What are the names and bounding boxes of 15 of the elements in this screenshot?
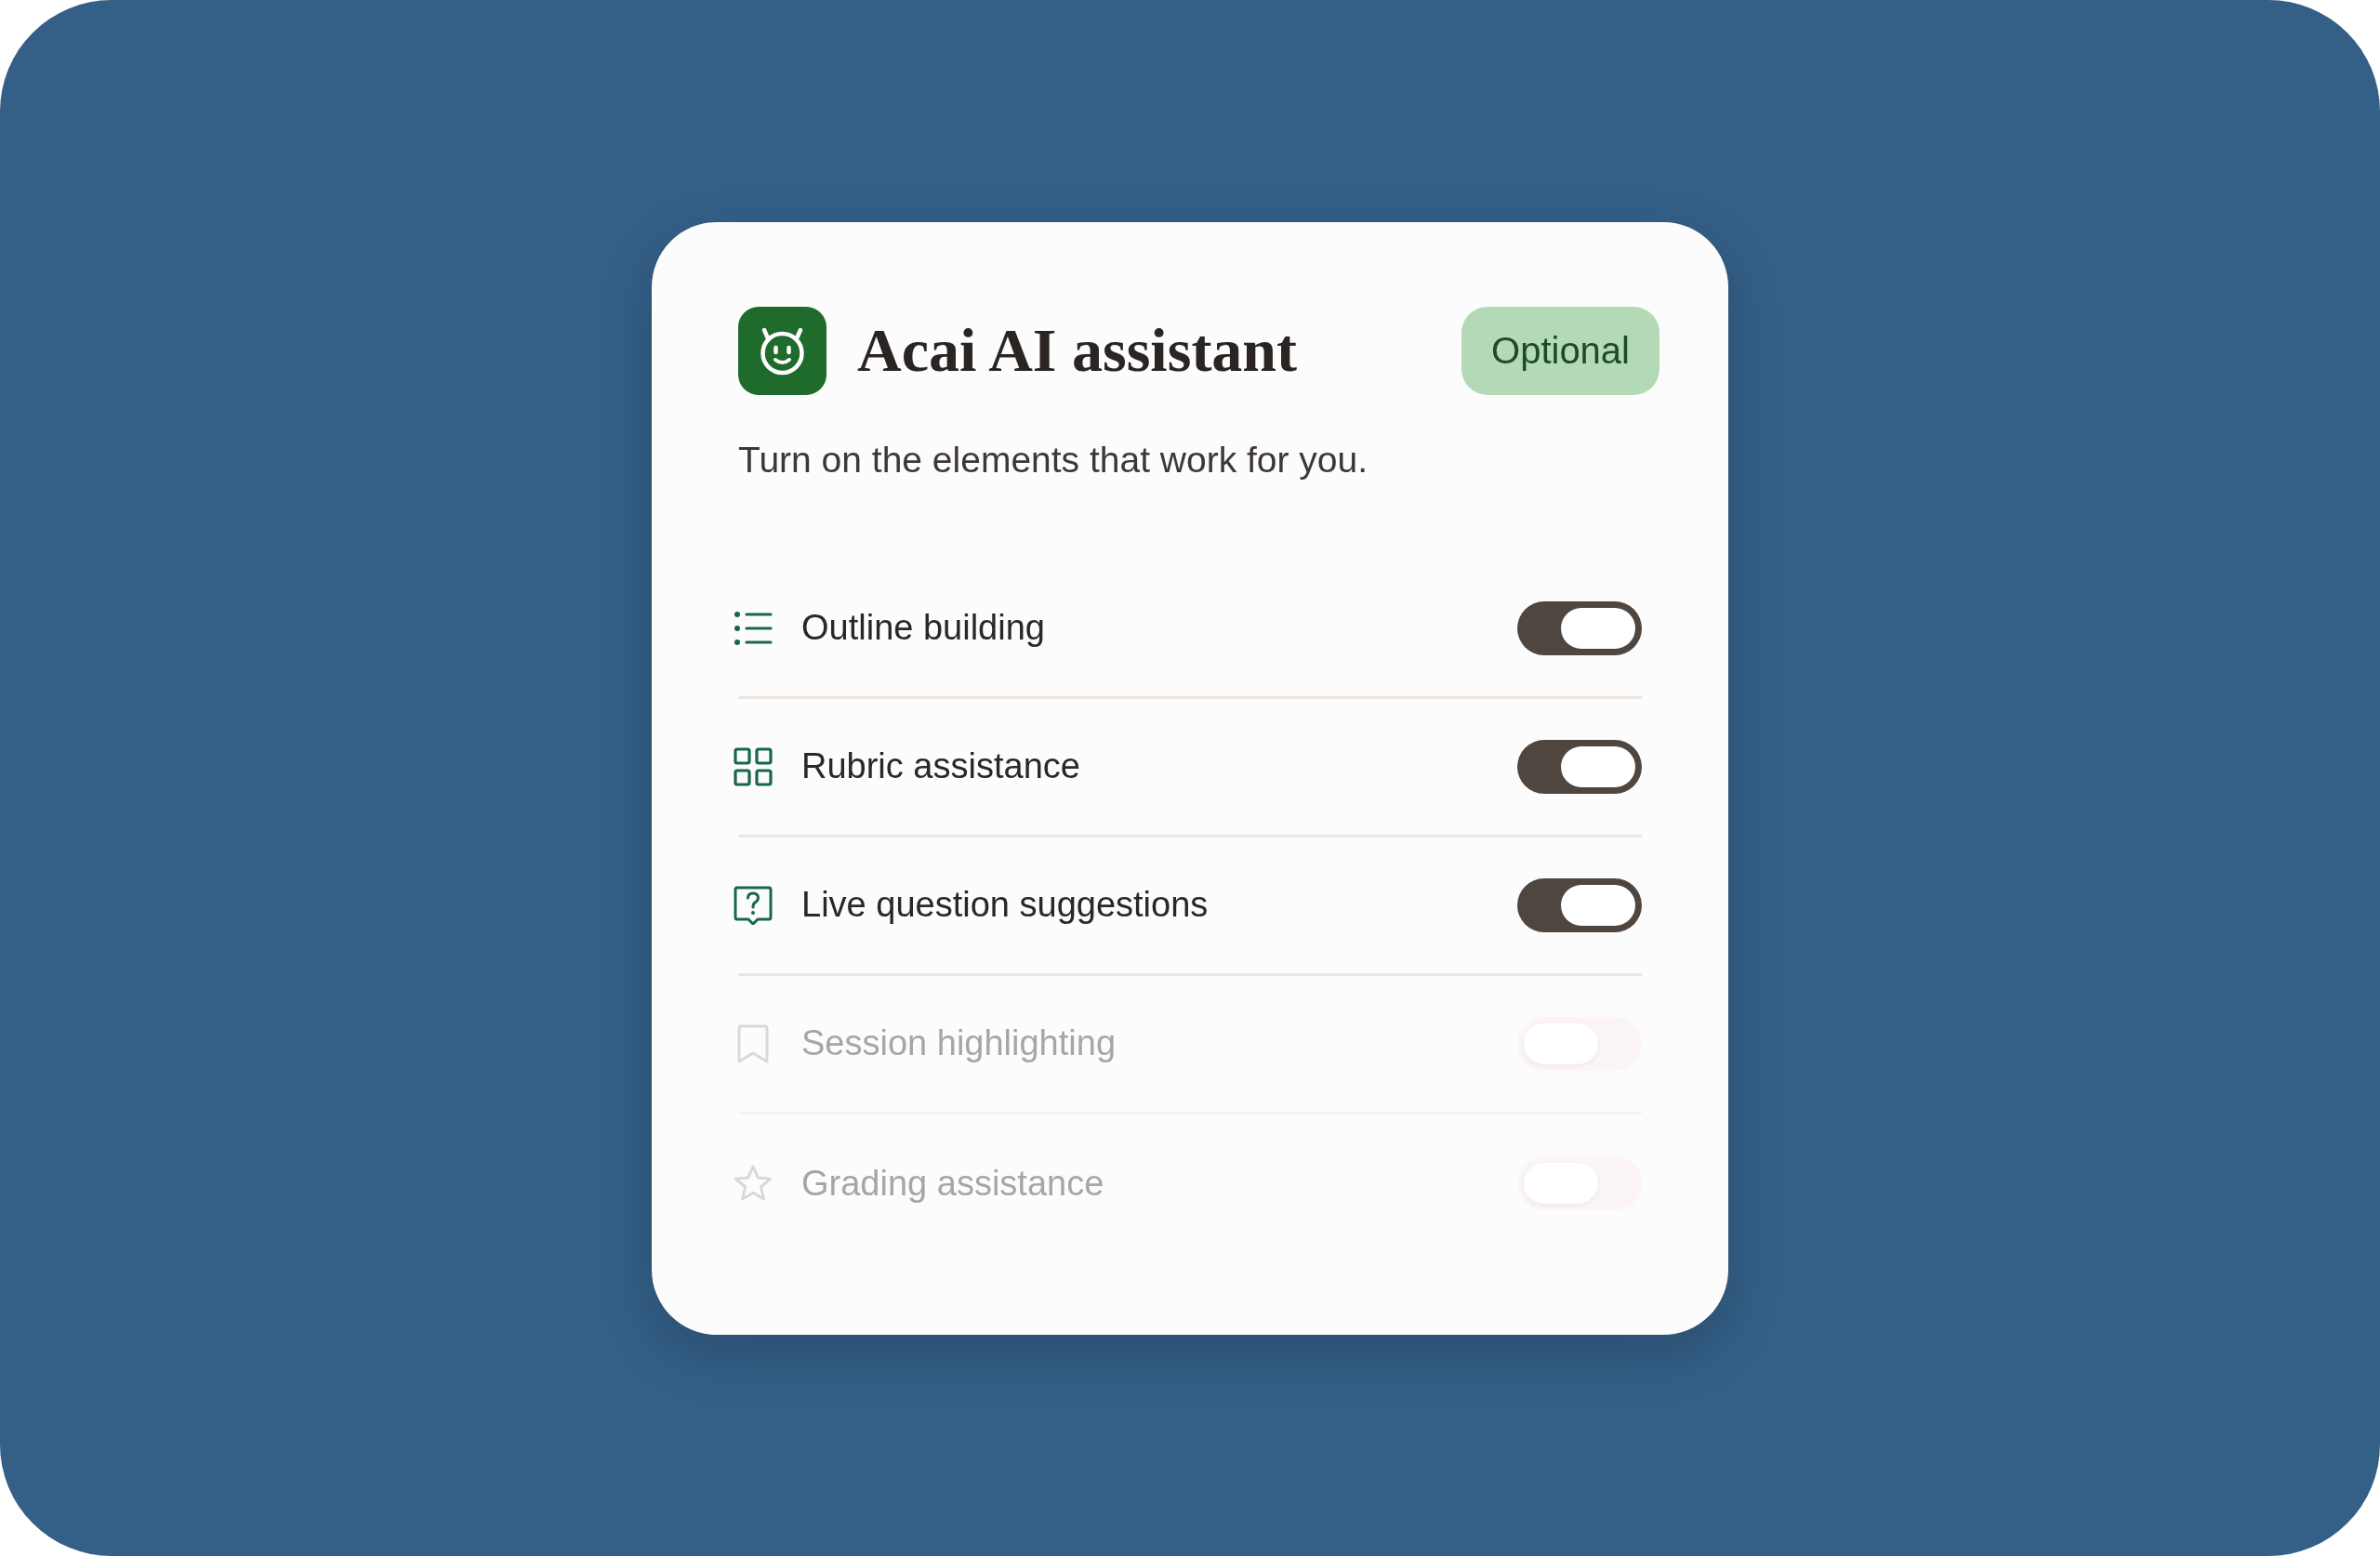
feature-label: Grading assistance xyxy=(801,1162,1104,1205)
robot-face-icon xyxy=(738,306,826,395)
question-bubble-icon xyxy=(734,885,773,925)
card-description: Turn on the elements that work for you. xyxy=(738,438,1368,481)
star-icon xyxy=(734,1164,773,1203)
toggle-switch[interactable] xyxy=(1517,600,1642,655)
feature-label: Rubric assistance xyxy=(801,745,1080,787)
grid-icon xyxy=(734,746,773,786)
feature-label: Session highlighting xyxy=(801,1022,1116,1064)
optional-badge: Optional xyxy=(1461,306,1659,395)
feature-label: Outline building xyxy=(801,607,1045,649)
toggle-switch[interactable] xyxy=(1517,739,1642,794)
feature-label: Live question suggestions xyxy=(801,884,1209,926)
toggle-switch[interactable] xyxy=(1517,877,1642,932)
card-title: Acai AI assistant xyxy=(857,320,1298,381)
